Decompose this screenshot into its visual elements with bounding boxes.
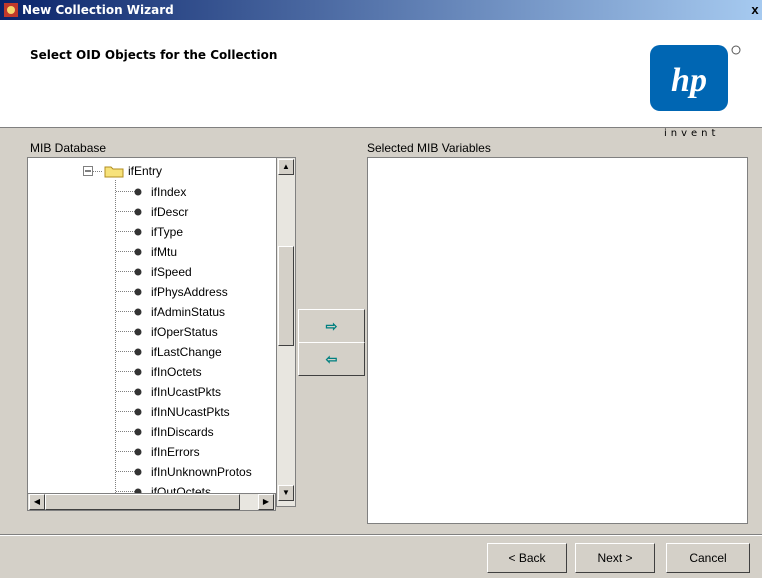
- leaf-node-icon: [134, 268, 142, 276]
- scroll-thumb[interactable]: [278, 246, 294, 346]
- tree-item-label: ifOperStatus: [151, 325, 218, 339]
- hp-logo-icon: hp: [650, 45, 741, 111]
- leaf-node-icon: [134, 348, 142, 356]
- tree-item-label: ifType: [151, 225, 184, 239]
- tree-item-label: ifInNUcastPkts: [151, 405, 230, 419]
- tree-item-label: ifInUcastPkts: [151, 385, 222, 399]
- remove-variable-button[interactable]: ⇦: [298, 342, 365, 376]
- scroll-right-button[interactable]: ▶: [258, 494, 274, 510]
- folder-icon: [104, 166, 124, 178]
- leaf-node-icon: [134, 428, 142, 436]
- mib-tree[interactable]: ifEntry ifIndex ifDescr ifType ifMtu ifS…: [27, 157, 277, 494]
- scroll-down-button[interactable]: ▼: [278, 485, 294, 501]
- scroll-up-button[interactable]: ▲: [278, 159, 294, 175]
- leaf-node-icon: [134, 308, 142, 316]
- arrow-left-icon: ⇦: [325, 351, 338, 367]
- leaf-node-icon: [134, 228, 142, 236]
- tree-folder-label: ifEntry: [128, 164, 163, 178]
- tree-item-label: ifAdminStatus: [151, 305, 226, 319]
- window-title: New Collection Wizard: [22, 3, 174, 17]
- tree-guide-line: [115, 180, 116, 493]
- leaf-node-icon: [134, 448, 142, 456]
- leaf-node-icon: [134, 408, 142, 416]
- hscroll-thumb[interactable]: [45, 494, 240, 510]
- selected-variables-list[interactable]: [367, 157, 748, 524]
- mib-database-label: MIB Database: [30, 141, 107, 155]
- tree-connector: [93, 171, 103, 172]
- tree-item-label: ifDescr: [151, 205, 189, 219]
- scroll-left-button[interactable]: ◀: [29, 494, 45, 510]
- leaf-node-icon: [134, 328, 142, 336]
- add-variable-button[interactable]: ⇨: [298, 309, 365, 343]
- tree-item-label: ifInErrors: [151, 445, 200, 459]
- tree-item-label: ifLastChange: [151, 345, 222, 359]
- tree-item-label: ifInUnknownProtos: [151, 465, 252, 479]
- tree-item-label: ifPhysAddress: [151, 285, 228, 299]
- tree-item-label: ifSpeed: [151, 265, 192, 279]
- leaf-node-icon: [134, 468, 142, 476]
- selected-variables-label: Selected MIB Variables: [367, 141, 491, 155]
- leaf-node-icon: [134, 208, 142, 216]
- tree-item-label: ifIndex: [151, 185, 187, 199]
- svg-text:hp: hp: [671, 62, 707, 99]
- title-bar: New Collection Wizard x: [0, 0, 762, 20]
- leaf-node-icon: [134, 188, 142, 196]
- back-button[interactable]: < Back: [487, 543, 567, 573]
- collapse-icon[interactable]: [83, 166, 93, 176]
- app-icon: [4, 3, 18, 17]
- tree-horizontal-scrollbar[interactable]: ◀ ▶: [27, 493, 276, 511]
- wizard-header: Select OID Objects for the Collection hp…: [0, 20, 762, 139]
- next-button[interactable]: Next >: [575, 543, 655, 573]
- cancel-button[interactable]: Cancel: [666, 543, 750, 573]
- tree-item-label: ifInDiscards: [151, 425, 214, 439]
- tree-vertical-scrollbar[interactable]: ▲ ▼: [276, 157, 296, 507]
- tree-item-label: ifMtu: [151, 245, 178, 259]
- leaf-node-icon: [134, 388, 142, 396]
- arrow-right-icon: ⇨: [325, 318, 338, 334]
- close-button[interactable]: x: [748, 2, 762, 17]
- tree-item-label: ifInOctets: [151, 365, 202, 379]
- logo-tagline: invent: [664, 128, 720, 139]
- leaf-node-icon: [134, 368, 142, 376]
- leaf-node-icon: [134, 288, 142, 296]
- footer-divider-highlight: [0, 535, 762, 536]
- page-heading: Select OID Objects for the Collection: [30, 48, 278, 62]
- leaf-node-icon: [134, 248, 142, 256]
